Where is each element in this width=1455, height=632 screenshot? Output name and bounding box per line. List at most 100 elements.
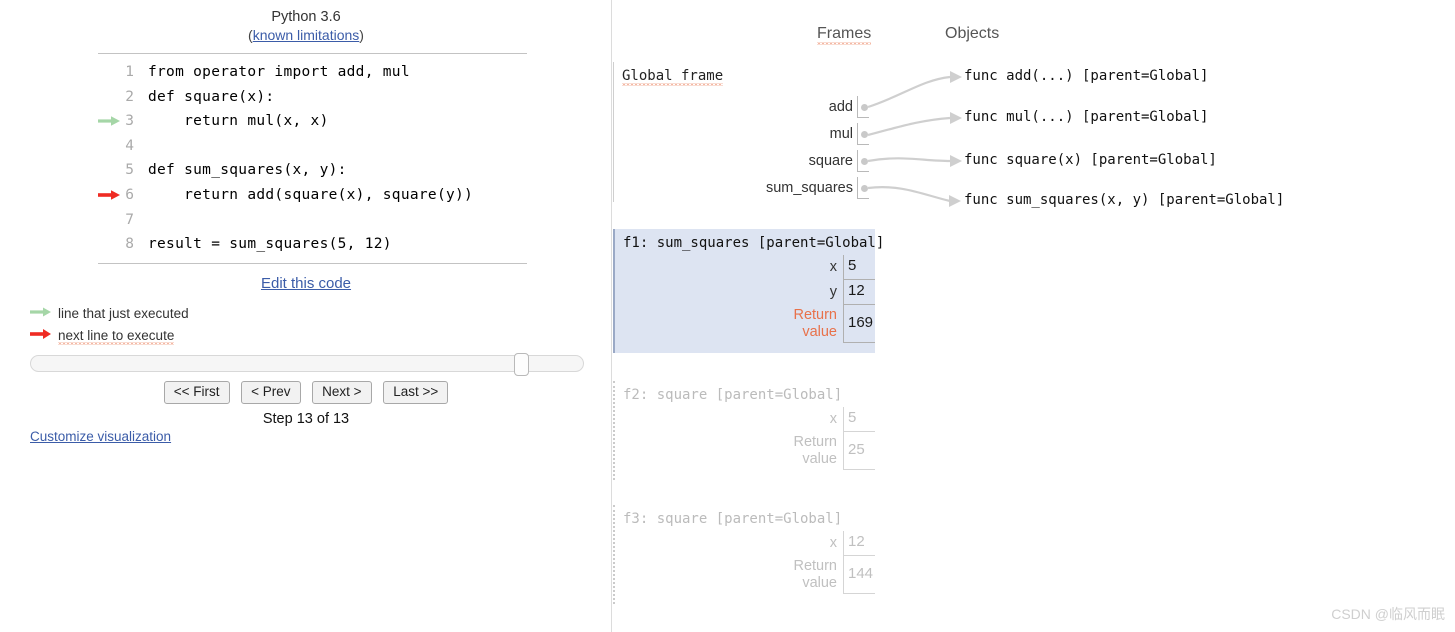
frame-value-box: 169 bbox=[843, 305, 875, 343]
function-object-label: func sum_squares(x, y) [parent=Global] bbox=[964, 192, 1285, 208]
first-button[interactable]: << First bbox=[163, 381, 230, 404]
visualization-panel: Frames Objects Global frame add mul square… bbox=[612, 0, 1455, 632]
global-variable-pointer-box bbox=[857, 150, 869, 172]
frame-value: 5 bbox=[848, 257, 857, 274]
paren-open: ( bbox=[248, 27, 253, 43]
code-line-text: return add(square(x), square(y)) bbox=[148, 186, 474, 203]
code-line-text: from operator import add, mul bbox=[148, 64, 410, 80]
frame-padding bbox=[615, 470, 875, 480]
global-variable-name: add bbox=[828, 99, 853, 115]
frame-value: 25 bbox=[848, 441, 865, 458]
return-value-label: Return value bbox=[793, 307, 837, 340]
stack-frame: f1: sum_squares [parent=Global] x 5 y 12 Retu… bbox=[613, 229, 885, 353]
frame-variable-name: x bbox=[829, 411, 837, 427]
function-object-label: func mul(...) [parent=Global] bbox=[964, 109, 1209, 125]
stack-frame: f3: square [parent=Global] x 12 Return valu… bbox=[613, 505, 875, 604]
code-listing: 1 from operator import add, mul 2 def squar… bbox=[98, 53, 527, 264]
red-arrow-icon bbox=[30, 326, 52, 345]
frame-value: 169 bbox=[848, 314, 874, 331]
code-line-number: 8 bbox=[125, 236, 134, 253]
frame-value-box: 25 bbox=[843, 432, 875, 470]
stack-frame-title: f2: square [parent=Global] bbox=[623, 387, 843, 403]
global-variable-name: square bbox=[808, 153, 853, 169]
global-variable-row: add bbox=[614, 96, 869, 118]
code-line-text: def square(x): bbox=[148, 88, 275, 105]
global-variable-row: square bbox=[614, 150, 869, 172]
return-value-row: Return value 25 bbox=[615, 432, 875, 470]
known-limitations-link[interactable]: known limitations bbox=[253, 27, 360, 43]
global-variable-name: mul bbox=[829, 126, 853, 142]
stack-frame-title: f1: sum_squares [parent=Global] bbox=[623, 235, 885, 251]
frame-value-box: 5 bbox=[843, 255, 875, 280]
code-panel: Python 3.6 (known limitations) 1 from ope… bbox=[0, 0, 612, 632]
legend-next-to-execute-label: next line to execute bbox=[58, 327, 175, 343]
frame-value: 144 bbox=[848, 565, 874, 582]
code-line-text: return mul(x, x) bbox=[148, 113, 329, 130]
code-line-text: def sum_squares(x, y): bbox=[148, 162, 347, 179]
python-version-label: Python 3.6 bbox=[271, 9, 341, 25]
frame-padding bbox=[615, 594, 875, 604]
step-counter-label: Step 13 of 13 bbox=[262, 411, 350, 427]
pointer-dot-icon bbox=[861, 131, 868, 138]
stack-frame-title: f3: square [parent=Global] bbox=[623, 511, 843, 527]
frame-value: 12 bbox=[848, 282, 865, 299]
frame-value-box: 144 bbox=[843, 556, 875, 594]
frame-value-box: 12 bbox=[843, 531, 875, 556]
step-controls: << First < Prev Next > Last >> bbox=[0, 381, 612, 404]
global-variable-pointer-box bbox=[857, 177, 869, 199]
code-line: 8 result = sum_squares(5, 12) bbox=[98, 232, 527, 257]
frames-header: Frames bbox=[817, 25, 872, 45]
edit-code-row: Edit this code bbox=[0, 275, 612, 292]
paren-close: ) bbox=[359, 27, 364, 43]
frame-variable-row: y 12 bbox=[615, 280, 875, 305]
stack-frame: f2: square [parent=Global] x 5 Return value… bbox=[613, 381, 875, 480]
pointer-dot-icon bbox=[861, 104, 868, 111]
prev-button[interactable]: < Prev bbox=[241, 381, 301, 404]
frame-variable-name: y bbox=[829, 284, 837, 300]
code-line-number: 4 bbox=[125, 137, 134, 154]
code-line: 5 def sum_squares(x, y): bbox=[98, 158, 527, 183]
known-limitations-line: (known limitations) bbox=[0, 26, 612, 44]
code-line-text: result = sum_squares(5, 12) bbox=[148, 236, 392, 253]
code-line: 4 bbox=[98, 134, 527, 159]
return-value-label: Return value bbox=[793, 434, 837, 467]
frame-value-box: 12 bbox=[843, 280, 875, 305]
pointer-dot-icon bbox=[861, 158, 868, 165]
code-line: 6 return add(square(x), square(y)) bbox=[98, 183, 527, 208]
return-value-row: Return value 144 bbox=[615, 556, 875, 594]
frame-padding bbox=[615, 343, 875, 353]
next-button[interactable]: Next > bbox=[312, 381, 372, 404]
code-line-number: 7 bbox=[125, 211, 134, 228]
global-variable-row: mul bbox=[614, 123, 869, 145]
code-line: 1 from operator import add, mul bbox=[98, 60, 527, 85]
code-line-number: 2 bbox=[125, 88, 134, 105]
return-value-label: Return value bbox=[793, 558, 837, 591]
legend-next-to-execute: next line to execute bbox=[30, 325, 175, 345]
watermark: CSDN @临风而眠 bbox=[1331, 606, 1445, 622]
function-object-label: func square(x) [parent=Global] bbox=[964, 152, 1217, 168]
code-line: 2 def square(x): bbox=[98, 85, 527, 110]
frame-variable-name: x bbox=[829, 259, 837, 275]
function-object-label: func add(...) [parent=Global] bbox=[964, 68, 1209, 84]
step-slider-handle[interactable] bbox=[514, 353, 529, 376]
code-line-number: 6 bbox=[125, 186, 134, 203]
frame-value-box: 5 bbox=[843, 407, 875, 432]
customize-visualization-row: Customize visualization bbox=[30, 429, 171, 444]
step-slider[interactable] bbox=[30, 353, 584, 376]
frame-variable-row: x5 bbox=[615, 255, 875, 280]
global-variable-pointer-box bbox=[857, 96, 869, 118]
pointer-dot-icon bbox=[861, 185, 868, 192]
customize-visualization-link[interactable]: Customize visualization bbox=[30, 429, 171, 444]
frame-variable-name: x bbox=[829, 535, 837, 551]
code-line: 3 return mul(x, x) bbox=[98, 109, 527, 134]
global-variable-name: sum_squares bbox=[765, 180, 853, 196]
frame-variable-row: x5 bbox=[615, 407, 875, 432]
objects-header: Objects bbox=[945, 25, 1000, 42]
green-arrow-icon bbox=[30, 304, 52, 323]
global-frame: Global frame add mul square sum_squares bbox=[613, 62, 869, 202]
code-line-number: 3 bbox=[125, 113, 134, 130]
last-button[interactable]: Last >> bbox=[383, 381, 449, 404]
edit-this-code-link[interactable]: Edit this code bbox=[261, 275, 351, 292]
frame-value: 12 bbox=[848, 533, 865, 550]
code-line: 7 bbox=[98, 208, 527, 233]
